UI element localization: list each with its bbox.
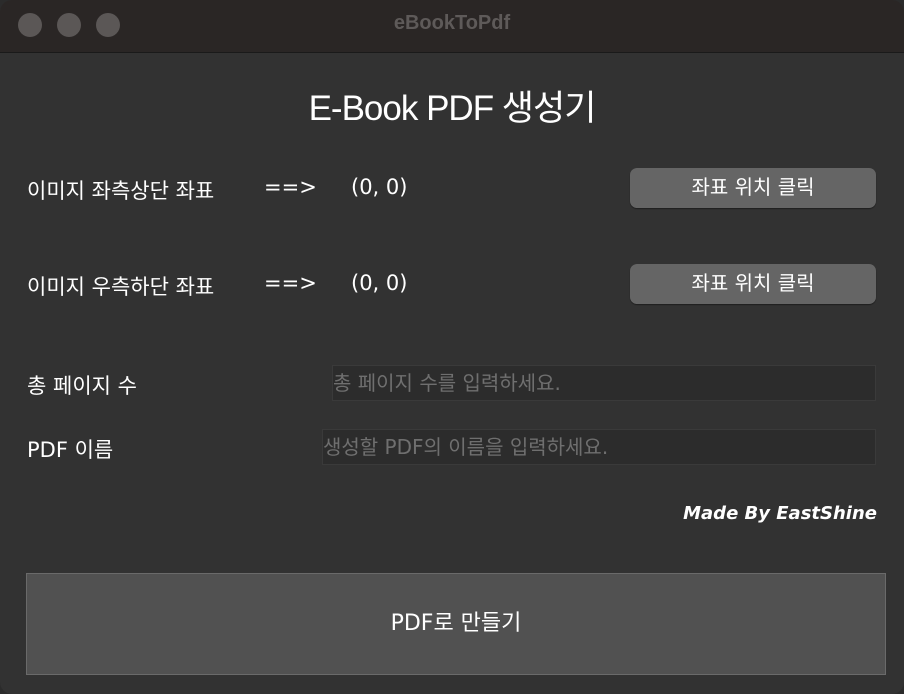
top-left-coord-label: 이미지 좌측상단 좌표 (27, 179, 215, 203)
total-pages-label: 총 페이지 수 (27, 374, 137, 398)
pdf-name-label: PDF 이름 (27, 438, 114, 462)
bottom-right-arrow: ==> (264, 271, 317, 295)
bottom-right-coord-value: (0, 0) (351, 271, 408, 295)
total-pages-input[interactable]: 총 페이지 수를 입력하세요. (332, 365, 876, 401)
credit-text: Made By EastShine (683, 503, 877, 524)
top-left-coord-value: (0, 0) (351, 175, 408, 199)
bottom-right-coord-label: 이미지 우측하단 좌표 (27, 275, 215, 299)
title-bar: eBookToPdf (0, 0, 904, 53)
top-left-arrow: ==> (264, 175, 317, 199)
page-title: E-Book PDF 생성기 (308, 89, 597, 128)
app-window: eBookToPdf E-Book PDF 생성기 이미지 좌측상단 좌표 ==… (0, 0, 904, 694)
make-pdf-button[interactable]: PDF로 만들기 (26, 573, 886, 675)
top-left-click-button[interactable]: 좌표 위치 클릭 (630, 168, 876, 208)
pdf-name-input[interactable]: 생성할 PDF의 이름을 입력하세요. (322, 429, 876, 465)
bottom-right-click-button[interactable]: 좌표 위치 클릭 (630, 264, 876, 304)
window-title: eBookToPdf (393, 12, 511, 34)
